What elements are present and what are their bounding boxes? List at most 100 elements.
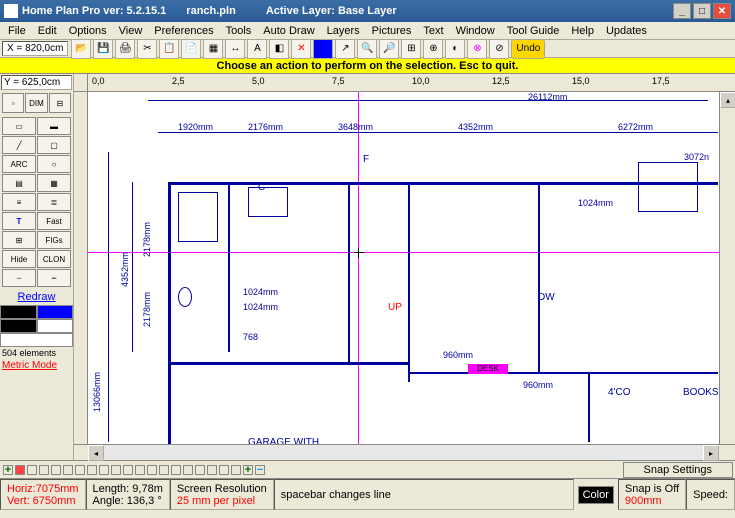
tool-layers-icon[interactable]: ▦ — [203, 39, 223, 59]
menu-window[interactable]: Window — [450, 24, 501, 38]
snap-seg[interactable] — [231, 465, 241, 475]
snap-seg[interactable] — [39, 465, 49, 475]
tool-rect-icon[interactable]: ▭ — [2, 117, 36, 135]
menu-toolguide[interactable]: Tool Guide — [501, 24, 566, 38]
app-icon — [4, 4, 18, 18]
tool-fig-icon[interactable]: ⊞ — [2, 231, 36, 249]
tool-dash-icon[interactable]: ┈ — [2, 269, 36, 287]
tool-dash2-icon[interactable]: ┉ — [37, 269, 71, 287]
menu-view[interactable]: View — [113, 24, 149, 38]
status-snap: Snap is Off 900mm — [618, 479, 686, 510]
menu-edit[interactable]: Edit — [32, 24, 63, 38]
snap-seg[interactable] — [219, 465, 229, 475]
element-count: 504 elements — [0, 347, 73, 359]
tool-hatch2-icon[interactable]: ▦ — [37, 174, 71, 192]
scroll-left-icon[interactable]: ◂ — [88, 445, 104, 461]
snap-seg[interactable] — [27, 465, 37, 475]
drawing-canvas[interactable]: 26112mm 1920mm 2176mm 3648mm 4352mm 6272… — [88, 92, 719, 444]
snap-minus-icon[interactable]: − — [255, 465, 265, 475]
snap-seg[interactable] — [123, 465, 133, 475]
title-bar: Home Plan Pro ver: 5.2.15.1 ranch.pln Ac… — [0, 0, 735, 22]
tool-fill-icon[interactable]: ≡ — [2, 193, 36, 211]
menu-preferences[interactable]: Preferences — [148, 24, 219, 38]
tool-dim-icon[interactable]: ↔ — [225, 39, 245, 59]
menu-autodraw[interactable]: Auto Draw — [257, 24, 320, 38]
tool-cut-icon[interactable]: ✂ — [137, 39, 157, 59]
undo-button[interactable]: Undo — [511, 39, 545, 59]
snap-seg[interactable] — [183, 465, 193, 475]
tool-line-icon[interactable]: ╱ — [2, 136, 36, 154]
counter-fixture — [248, 187, 288, 217]
tool-clone-icon[interactable]: CLON — [37, 250, 71, 268]
maximize-button[interactable]: □ — [693, 3, 711, 19]
color-button[interactable]: Color — [578, 486, 614, 504]
snap-seg[interactable] — [195, 465, 205, 475]
menu-help[interactable]: Help — [565, 24, 600, 38]
menu-options[interactable]: Options — [63, 24, 113, 38]
snap-plus2-icon[interactable]: + — [243, 465, 253, 475]
snap-seg[interactable] — [147, 465, 157, 475]
snap-seg[interactable] — [63, 465, 73, 475]
tool-f-icon[interactable]: ⊞ — [401, 39, 421, 59]
menu-text[interactable]: Text — [417, 24, 449, 38]
snap-settings-button[interactable]: Snap Settings — [623, 462, 734, 478]
tool-hatch-icon[interactable]: ▤ — [2, 174, 36, 192]
color-swatches[interactable] — [0, 305, 73, 347]
tool-e-icon[interactable]: ↗ — [335, 39, 355, 59]
snap-seg[interactable] — [15, 465, 25, 475]
snap-plus-icon[interactable]: + — [3, 465, 13, 475]
vertical-scrollbar[interactable]: ▴ — [719, 92, 735, 444]
tool-paste-icon[interactable]: 📄 — [181, 39, 201, 59]
tool-g-icon[interactable]: ⊕ — [423, 39, 443, 59]
tool-figs-icon[interactable]: FIGs — [37, 231, 71, 249]
snap-seg[interactable] — [51, 465, 61, 475]
tool-fast-icon[interactable]: Fast — [37, 212, 71, 230]
menu-pictures[interactable]: Pictures — [366, 24, 418, 38]
snap-seg[interactable] — [75, 465, 85, 475]
tool-zoom-out-icon[interactable]: 🔎 — [379, 39, 399, 59]
snap-seg[interactable] — [207, 465, 217, 475]
tool-select-icon[interactable]: ▫ — [2, 93, 24, 113]
tool-h-icon[interactable]: ◐ — [445, 39, 465, 59]
tool-a-icon[interactable]: A — [247, 39, 267, 59]
snap-seg[interactable] — [99, 465, 109, 475]
menu-updates[interactable]: Updates — [600, 24, 653, 38]
scroll-right-icon[interactable]: ▸ — [703, 445, 719, 461]
horizontal-scrollbar[interactable]: ◂ ▸ — [74, 444, 735, 460]
tool-arc-icon[interactable]: ARC — [2, 155, 36, 173]
tool-circle-icon[interactable]: ○ — [37, 155, 71, 173]
tool-save-icon[interactable]: 💾 — [93, 39, 113, 59]
tool-dim2-icon[interactable]: ⊟ — [49, 93, 71, 113]
metric-mode-link[interactable]: Metric Mode — [0, 359, 73, 372]
tool-rect2-icon[interactable]: ▬ — [37, 117, 71, 135]
tool-fill2-icon[interactable]: ≣ — [37, 193, 71, 211]
tool-dim-icon[interactable]: DIM — [25, 93, 47, 113]
tool-copy-icon[interactable]: 📋 — [159, 39, 179, 59]
scroll-up-icon[interactable]: ▴ — [720, 92, 735, 108]
snap-seg[interactable] — [159, 465, 169, 475]
close-button[interactable]: ✕ — [713, 3, 731, 19]
status-hint: spacebar changes line — [274, 479, 574, 510]
vertical-ruler — [74, 92, 88, 444]
minimize-button[interactable]: _ — [673, 3, 691, 19]
menu-file[interactable]: File — [2, 24, 32, 38]
tool-j-icon[interactable]: ⊘ — [489, 39, 509, 59]
tool-rect3-icon[interactable]: ▢ — [37, 136, 71, 154]
tool-c-icon[interactable]: ✕ — [291, 39, 311, 59]
snap-seg[interactable] — [111, 465, 121, 475]
snap-seg[interactable] — [135, 465, 145, 475]
tool-hide-icon[interactable]: Hide — [2, 250, 36, 268]
tool-text-icon[interactable]: T — [2, 212, 36, 230]
redraw-link[interactable]: Redraw — [0, 289, 73, 305]
tool-i-icon[interactable]: ⊗ — [467, 39, 487, 59]
snap-seg[interactable] — [171, 465, 181, 475]
fixture — [178, 192, 218, 242]
menu-tools[interactable]: Tools — [220, 24, 258, 38]
tool-print-icon[interactable]: 🖨 — [115, 39, 135, 59]
tool-d-icon[interactable] — [313, 39, 333, 59]
tool-open-icon[interactable]: 📂 — [71, 39, 91, 59]
snap-seg[interactable] — [87, 465, 97, 475]
menu-layers[interactable]: Layers — [321, 24, 366, 38]
tool-b-icon[interactable]: ◧ — [269, 39, 289, 59]
tool-zoom-in-icon[interactable]: 🔍 — [357, 39, 377, 59]
